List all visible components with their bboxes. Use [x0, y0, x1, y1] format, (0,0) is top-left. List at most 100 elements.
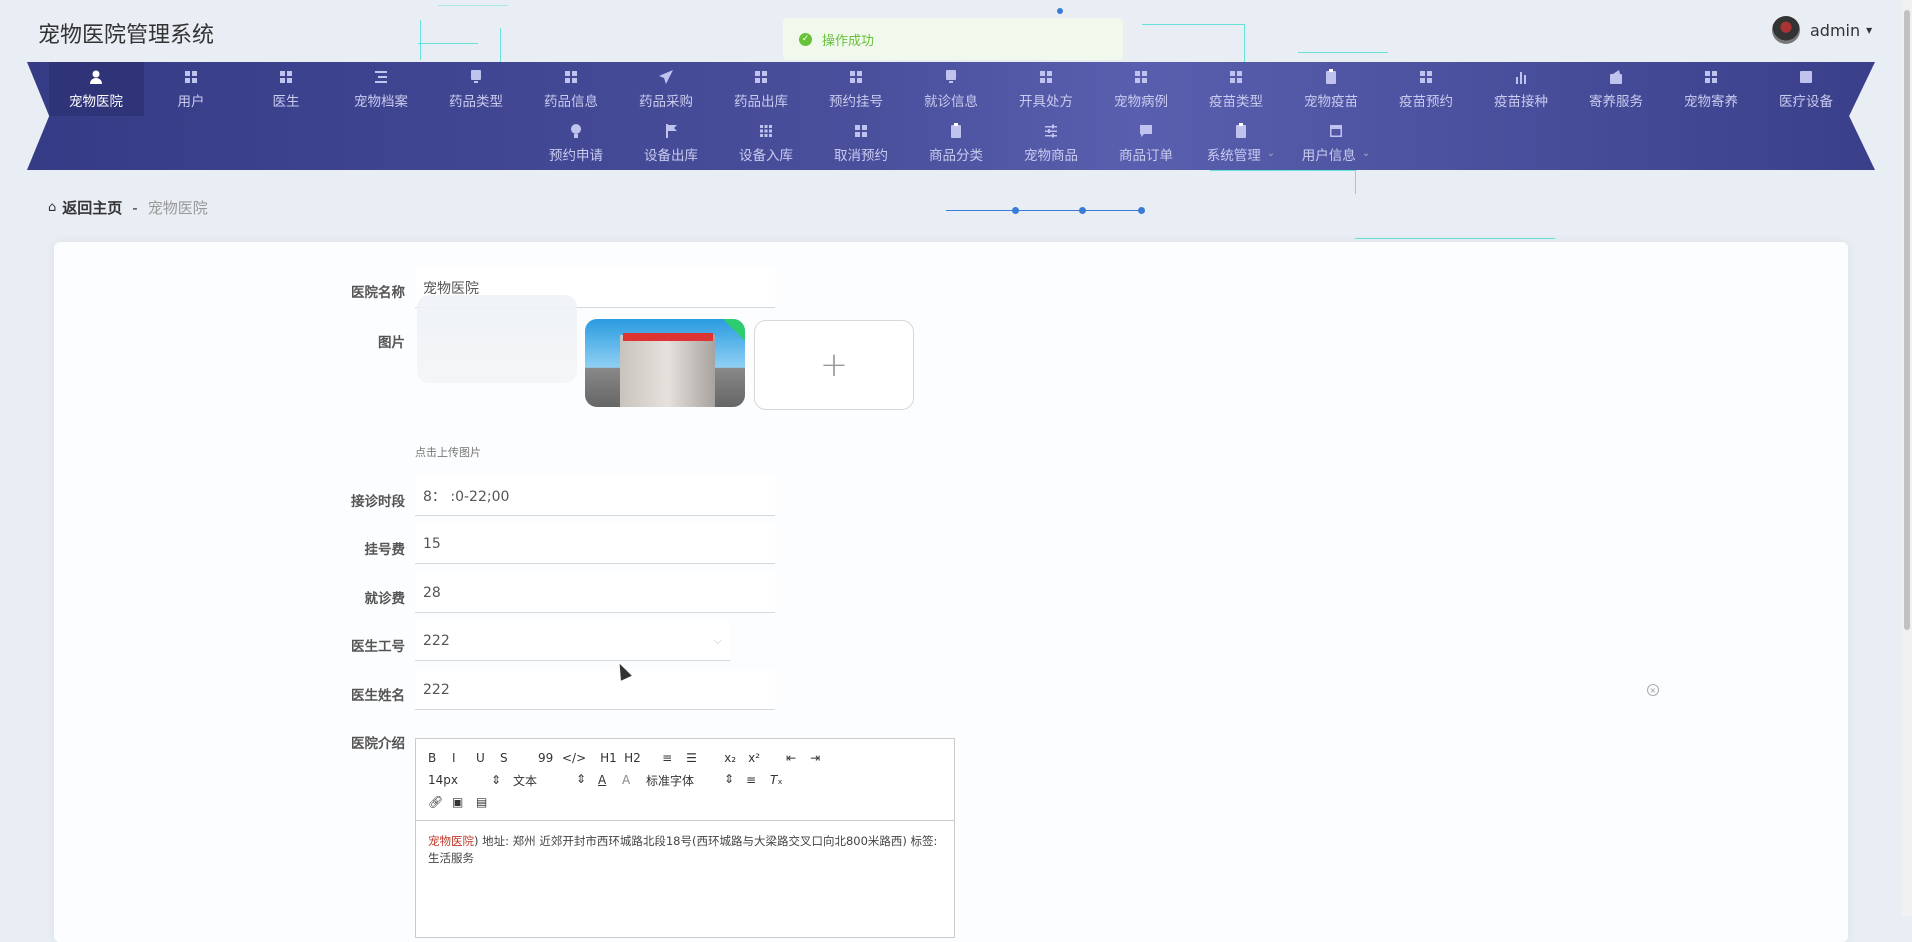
- nav-item-window-8[interactable]: 用户信息 ⌄: [1289, 116, 1384, 170]
- close-circle-icon[interactable]: ×: [1647, 684, 1659, 696]
- nav-item-label: 宠物病例: [1114, 90, 1168, 110]
- editor-content[interactable]: 宠物医院) 地址: 郑州 近郊开封市西环城路北段18号(西环城路与大梁路交叉口向…: [416, 821, 954, 879]
- nav-item-list-3[interactable]: 宠物档案: [334, 62, 429, 116]
- nav-item-send-6[interactable]: 药品采购: [619, 62, 714, 116]
- nav-label-text: 宠物寄养: [1684, 93, 1738, 110]
- underline-icon[interactable]: U: [476, 751, 500, 765]
- indent-icon[interactable]: ⇥: [810, 751, 834, 765]
- nav-label-text: 用户: [177, 93, 205, 110]
- bold-icon[interactable]: B: [428, 751, 452, 765]
- grid-icon: [1135, 70, 1147, 83]
- nav-item-monitor-4[interactable]: 药品类型: [429, 62, 524, 116]
- align-icon[interactable]: ≡: [746, 773, 770, 787]
- nav-item-clipboard-7[interactable]: 系统管理 ⌄: [1194, 116, 1289, 170]
- code-icon[interactable]: </>: [562, 751, 586, 765]
- background-color-icon[interactable]: A: [622, 773, 646, 787]
- registration-fee-input[interactable]: 15: [415, 524, 775, 564]
- nav-label-text: 商品订单: [1119, 147, 1173, 164]
- outdent-icon[interactable]: ⇤: [786, 751, 810, 765]
- nav-item-grid-14[interactable]: 疫苗预约: [1379, 62, 1474, 116]
- doctor-id-label: 医生工号: [351, 639, 405, 655]
- block-format-select[interactable]: 文本 ⇕: [513, 772, 598, 789]
- doctor-id-select[interactable]: 222 ⌵: [415, 621, 730, 661]
- grid-icon: [565, 70, 577, 83]
- nav-item-grid-1[interactable]: 用户: [144, 62, 239, 116]
- nav-item-grid-10[interactable]: 开具处方: [999, 62, 1094, 116]
- upload-hint: 点击上传图片: [415, 446, 481, 459]
- nav-item-label: 用户: [178, 90, 205, 110]
- nav-item-label: 开具处方: [1019, 90, 1073, 110]
- list-icon: [375, 70, 387, 83]
- nav-item-message-6[interactable]: 商品订单: [1099, 116, 1194, 170]
- nav-item-chart-18[interactable]: 医疗设备: [1759, 62, 1854, 116]
- font-size-value: 14px: [428, 773, 458, 787]
- link-icon[interactable]: 🔗︎: [428, 795, 452, 809]
- nav-item-user-0[interactable]: 宠物医院: [48, 62, 144, 116]
- registration-fee-label: 挂号费: [364, 542, 406, 558]
- nav-item-flag-1[interactable]: 设备出库: [624, 116, 719, 170]
- visit-fee-label: 就诊费: [364, 591, 406, 607]
- nav-item-clipboard-4[interactable]: 商品分类: [909, 116, 1004, 170]
- toast-message: 操作成功: [822, 33, 875, 49]
- nav-item-label: 设备入库: [739, 144, 793, 164]
- subscript-icon[interactable]: x₂: [724, 751, 748, 765]
- doctor-name-input[interactable]: 222: [415, 670, 775, 710]
- content-text: ) 地址: 郑州 近郊开封市西环城路北段18号(西环城路与大梁路交叉口向北800…: [428, 834, 938, 865]
- font-family-select[interactable]: 标准字体 ⇕: [646, 772, 746, 789]
- message-icon: [1140, 124, 1152, 137]
- video-icon[interactable]: ▤: [476, 795, 500, 809]
- nav-item-grid-17[interactable]: 宠物寄养: [1664, 62, 1759, 116]
- grid-icon: [855, 124, 867, 137]
- heading1-icon[interactable]: H1: [600, 751, 624, 765]
- user-menu[interactable]: admin ▾: [1772, 16, 1872, 44]
- nav-item-label: 预约挂号: [829, 90, 883, 110]
- nav-item-label: 药品出库: [734, 90, 788, 110]
- nav-item-label: 宠物档案: [354, 90, 408, 110]
- nav-item-bar-chart-15[interactable]: 疫苗接种: [1474, 62, 1569, 116]
- nav-item-label: 药品信息: [544, 90, 598, 110]
- ordered-list-icon[interactable]: ≡: [662, 751, 686, 765]
- nav-item-bulb-0[interactable]: 预约申请: [529, 116, 624, 170]
- visit-fee-input[interactable]: 28: [415, 573, 775, 613]
- hours-input[interactable]: 8： :0-22;00: [415, 476, 775, 516]
- nav-item-grid9-2[interactable]: 设备入库: [719, 116, 814, 170]
- image-label: 图片: [378, 335, 405, 351]
- nav-item-label: 药品采购: [639, 90, 693, 110]
- image-icon[interactable]: ▣: [452, 795, 476, 809]
- upload-image-button[interactable]: +: [754, 320, 914, 410]
- breadcrumb-home-link[interactable]: 返回主页: [62, 197, 122, 218]
- nav-label-text: 药品信息: [544, 93, 598, 110]
- nav-item-grid-3[interactable]: 取消预约: [814, 116, 909, 170]
- nav-item-grid-8[interactable]: 预约挂号: [809, 62, 904, 116]
- clear-format-icon[interactable]: Tₓ: [770, 773, 794, 787]
- nav-item-grid-7[interactable]: 药品出库: [714, 62, 809, 116]
- nav-item-wallet-16[interactable]: 寄养服务: [1569, 62, 1664, 116]
- bullet-list-icon[interactable]: ☰: [686, 751, 710, 765]
- nav-item-grid-2[interactable]: 医生: [239, 62, 334, 116]
- nav-item-grid-12[interactable]: 疫苗类型: [1189, 62, 1284, 116]
- nav-label-text: 宠物病例: [1114, 93, 1168, 110]
- nav-label-text: 药品类型: [449, 93, 503, 110]
- chart-icon: [1800, 70, 1812, 83]
- chevron-down-icon: ⌄: [1266, 148, 1276, 159]
- heading2-icon[interactable]: H2: [624, 751, 648, 765]
- font-color-icon[interactable]: A: [598, 773, 622, 787]
- italic-icon[interactable]: I: [452, 751, 476, 765]
- nav-item-grid-11[interactable]: 宠物病例: [1094, 62, 1189, 116]
- breadcrumb-current: 宠物医院: [147, 199, 208, 217]
- quote-icon[interactable]: 99: [538, 751, 562, 765]
- nav-row-1: 宠物医院 用户 医生 宠物档案 药品类型 药品信息 药品采购 药品出库 预约挂号 就诊信息 开具处方…: [27, 62, 1875, 116]
- nav-item-monitor-9[interactable]: 就诊信息: [904, 62, 999, 116]
- nav-item-clipboard-13[interactable]: 宠物疫苗: [1284, 62, 1379, 116]
- nav-item-sliders-5[interactable]: 宠物商品: [1004, 116, 1099, 170]
- nav-label-text: 设备入库: [739, 147, 793, 164]
- rich-text-editor: B I U S 99 </> H1 H2 ≡ ☰ x₂ x² ⇤ ⇥ 14px ⇕ 文本 ⇕ A A 标准字体…: [415, 738, 955, 938]
- superscript-icon[interactable]: x²: [748, 751, 772, 765]
- strikethrough-icon[interactable]: S: [500, 751, 524, 765]
- page-scrollbar[interactable]: [1902, 0, 1912, 916]
- nav-item-grid-5[interactable]: 药品信息: [524, 62, 619, 116]
- font-size-select[interactable]: 14px ⇕: [428, 773, 513, 787]
- nav-item-label: 取消预约: [834, 144, 888, 164]
- hospital-image-thumbnail[interactable]: [585, 319, 745, 407]
- bulb-icon: [571, 123, 581, 138]
